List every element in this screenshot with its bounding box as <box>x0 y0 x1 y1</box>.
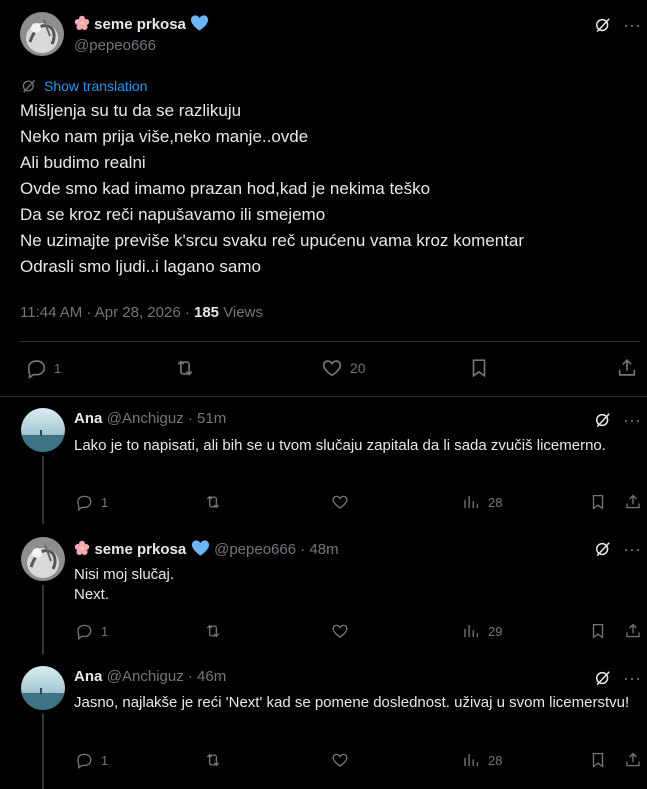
flower-icon <box>74 540 90 561</box>
post-line: Ne uzimajte previše k'srcu svaku reč upu… <box>20 231 525 250</box>
main-retweet-button[interactable] <box>173 356 197 380</box>
main-share-button[interactable] <box>615 356 639 380</box>
thread-line <box>42 714 44 789</box>
reply-author-avatar[interactable] <box>21 408 65 452</box>
reply-author-name[interactable]: Ana <box>74 668 102 685</box>
retweet-button[interactable] <box>204 621 222 641</box>
main-reply-button[interactable]: 1 <box>24 356 61 380</box>
grok-icon[interactable] <box>592 667 614 689</box>
verified-heart-icon <box>191 539 210 562</box>
reply-text: Jasno, najlakše je reći 'Next' kad se po… <box>74 694 630 711</box>
reply-button[interactable]: 1 <box>75 750 108 770</box>
main-post-body: Mišljenja su tu da se razlikuju Neko nam… <box>20 98 640 280</box>
grok-icon[interactable] <box>592 538 614 560</box>
like-button[interactable] <box>331 492 349 512</box>
divider <box>0 396 647 397</box>
views-icon <box>462 622 480 640</box>
share-button[interactable] <box>624 750 642 770</box>
bookmark-button[interactable] <box>589 492 607 512</box>
verified-heart-icon <box>190 14 209 36</box>
thread-line <box>42 456 44 524</box>
post-timestamp[interactable]: 11:44 AM · Apr 28, 2026 · 185 Views <box>20 304 263 321</box>
divider <box>20 341 640 342</box>
post-line: Odrasli smo ljudi..i lagano samo <box>20 257 261 276</box>
share-button[interactable] <box>624 621 642 641</box>
main-author-name-row[interactable]: seme prkosa <box>74 14 209 36</box>
post-line: Ali budimo realni <box>20 153 146 172</box>
reply-author-avatar[interactable] <box>21 537 65 581</box>
main-like-button[interactable]: 20 <box>320 356 366 380</box>
views-icon <box>462 493 480 511</box>
post-line: Neko nam prija više,neko manje..ovde <box>20 127 309 146</box>
reply-icon <box>24 356 48 380</box>
post-line: Ovde smo kad imamo prazan hod,kad je nek… <box>20 179 431 198</box>
bookmark-icon <box>468 357 490 379</box>
retweet-icon <box>174 357 196 379</box>
retweet-button[interactable] <box>204 492 222 512</box>
views-count: 185 <box>194 304 220 321</box>
reply-author-name[interactable]: Ana <box>74 410 102 427</box>
post-line: Mišljenja su tu da se razlikuju <box>20 101 242 120</box>
reply-text: Lako je to napisati, ali bih se u tvom s… <box>74 437 606 454</box>
reply-header: Ana @Anchiguz · 51m <box>74 410 226 428</box>
flower-icon <box>74 15 90 35</box>
reply-text: Nisi moj slučaj. Next. <box>74 565 634 605</box>
reply-header: seme prkosa @pepeo666 · 48m <box>74 539 339 562</box>
post-line: Da se kroz reči napušavamo ili smejemo <box>20 205 326 224</box>
reply-icon <box>75 622 93 640</box>
reply-handle-time[interactable]: @pepeo666 · 48m <box>214 541 338 558</box>
bookmark-button[interactable] <box>589 750 607 770</box>
main-author-avatar[interactable] <box>20 12 64 56</box>
show-translation-link[interactable]: Show translation <box>20 76 148 96</box>
bookmark-button[interactable] <box>589 621 607 641</box>
translate-icon <box>20 77 38 95</box>
share-icon <box>616 357 638 379</box>
reply-line: Nisi moj slučaj. <box>74 566 175 583</box>
reply-author-name[interactable]: seme prkosa <box>94 541 186 558</box>
views-button[interactable]: 28 <box>462 492 502 512</box>
grok-icon[interactable] <box>592 409 614 431</box>
like-icon <box>320 356 344 380</box>
main-bookmark-button[interactable] <box>467 356 491 380</box>
reply-icon <box>75 751 93 769</box>
like-button[interactable] <box>331 750 349 770</box>
more-icon[interactable]: ··· <box>622 667 642 689</box>
share-button[interactable] <box>624 492 642 512</box>
reply-icon <box>75 493 93 511</box>
reply-handle-time[interactable]: @Anchiguz · 46m <box>107 668 226 685</box>
thread-line <box>42 585 44 654</box>
more-icon[interactable]: ··· <box>622 538 642 560</box>
reply-handle-time[interactable]: @Anchiguz · 51m <box>107 410 226 427</box>
reply-line: Next. <box>74 586 110 603</box>
main-author-name: seme prkosa <box>94 16 186 33</box>
views-button[interactable]: 28 <box>462 750 502 770</box>
views-icon <box>462 751 480 769</box>
reply-button[interactable]: 1 <box>75 621 108 641</box>
reply-author-avatar[interactable] <box>21 666 65 710</box>
reply-header: Ana @Anchiguz · 46m <box>74 668 226 686</box>
main-author-handle[interactable]: @pepeo666 <box>74 37 156 54</box>
reply-button[interactable]: 1 <box>75 492 108 512</box>
more-icon[interactable]: ··· <box>622 409 642 431</box>
more-icon[interactable]: ··· <box>622 14 642 36</box>
retweet-button[interactable] <box>204 750 222 770</box>
grok-icon[interactable] <box>592 14 614 36</box>
like-button[interactable] <box>331 621 349 641</box>
views-button[interactable]: 29 <box>462 621 502 641</box>
